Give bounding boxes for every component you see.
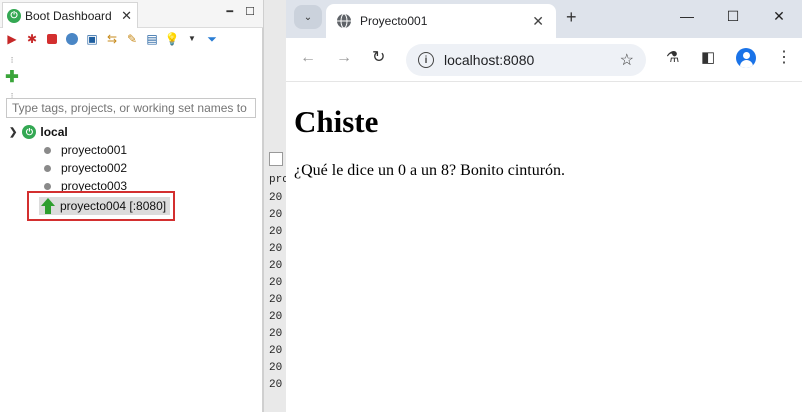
browser-tab[interactable]: Proyecto001 ✕: [326, 4, 556, 38]
tree-item-proyecto001[interactable]: proyecto001: [44, 143, 127, 157]
minimize-view-icon[interactable]: ━: [227, 5, 234, 18]
toolbar: ← → ↻ i localhost:8080 ☆ ⚗ ◧ ⋮: [286, 38, 802, 82]
tab-title: Proyecto001: [360, 14, 428, 28]
boot-dashboard-tab[interactable]: ⏻ Boot Dashboard ✕: [2, 2, 138, 28]
stop-icon[interactable]: [44, 31, 60, 47]
bulb-icon[interactable]: 💡: [164, 31, 180, 47]
restart-icon[interactable]: ▶: [4, 31, 20, 47]
log-row: 20: [269, 379, 283, 391]
page-content: Chiste ¿Qué le dice un 0 a un 8? Bonito …: [294, 104, 794, 180]
forward-arrow-icon[interactable]: →: [336, 50, 352, 66]
log-row: 20: [269, 277, 283, 289]
back-arrow-icon[interactable]: ←: [300, 50, 316, 66]
log-row: 20: [269, 345, 283, 357]
new-tab-button[interactable]: +: [566, 8, 577, 26]
link-icon[interactable]: ⇆: [104, 31, 120, 47]
stopped-dot-icon: [44, 182, 51, 190]
page-heading: Chiste: [294, 104, 379, 139]
background-editor-strip: pro 20 20 20 20 20 20 20 20 20 20 20 20: [263, 0, 289, 412]
close-window-icon[interactable]: ✕: [756, 0, 802, 32]
labs-flask-icon[interactable]: ⚗: [666, 50, 679, 65]
log-row: 20: [269, 243, 283, 255]
side-panel-icon[interactable]: ◧: [701, 50, 715, 65]
site-info-icon[interactable]: i: [418, 52, 434, 68]
add-icon[interactable]: ✚: [4, 70, 20, 86]
bookmark-star-icon[interactable]: ☆: [620, 50, 634, 70]
log-row: 20: [269, 294, 283, 306]
profile-avatar-icon[interactable]: [736, 48, 756, 68]
filter-input[interactable]: [6, 98, 256, 118]
log-row: 20: [269, 362, 283, 374]
open-browser-icon[interactable]: [64, 31, 80, 47]
reload-icon[interactable]: ↻: [372, 50, 385, 66]
dashboard-toolbar: ▶ ✱ ▣ ⇆ ✎ ▤ 💡 ▼ ⏷: [4, 30, 220, 48]
debug-restart-icon[interactable]: ✱: [24, 31, 40, 47]
url-text: localhost:8080: [444, 52, 535, 68]
view-tab-bar: ⏻ Boot Dashboard ✕ ━ ☐: [0, 0, 263, 28]
log-row: 20: [269, 328, 283, 340]
joke-text: ¿Qué le dice un 0 a un 8? Bonito cinturó…: [294, 162, 566, 179]
minimize-icon[interactable]: —: [664, 0, 710, 32]
globe-icon: [337, 13, 351, 29]
filter-icon[interactable]: ⏷: [204, 31, 220, 47]
close-icon[interactable]: ✕: [532, 13, 544, 30]
tab-strip: ⌄ Proyecto001 ✕ + — ☐ ✕: [286, 0, 802, 38]
close-icon[interactable]: ✕: [121, 8, 132, 24]
menu-kebab-icon[interactable]: ⋮: [776, 50, 792, 66]
spring-boot-icon: ⏻: [7, 8, 21, 23]
stopped-dot-icon: [44, 164, 51, 172]
tree-item-label: proyecto001: [61, 143, 128, 157]
log-row: 20: [269, 192, 283, 204]
maximize-view-icon[interactable]: ☐: [245, 5, 255, 18]
address-bar[interactable]: i localhost:8080 ☆: [406, 44, 646, 76]
highlight-box: [27, 191, 175, 221]
boot-dashboard-view: ⏻ Boot Dashboard ✕ ━ ☐ ▶ ✱ ▣ ⇆ ✎ ▤ 💡 ▼ ⏷…: [0, 0, 263, 412]
boot-dashboard-title: Boot Dashboard: [25, 8, 112, 23]
spring-boot-icon: ⏻: [22, 125, 37, 139]
chevron-down-icon: ⌄: [303, 11, 313, 23]
log-row: 20: [269, 311, 283, 323]
log-row: 20: [269, 209, 283, 221]
log-row: 20: [269, 226, 283, 238]
properties-icon[interactable]: ▤: [144, 31, 160, 47]
edit-icon[interactable]: ✎: [124, 31, 140, 47]
browser-window: ⌄ Proyecto001 ✕ + — ☐ ✕ ← → ↻ i localhos…: [286, 0, 802, 412]
maximize-icon[interactable]: ☐: [710, 0, 756, 32]
console-icon[interactable]: ▣: [84, 31, 100, 47]
window-controls: — ☐ ✕: [664, 0, 802, 32]
tree-item-proyecto002[interactable]: proyecto002: [44, 161, 127, 175]
chevron-down-icon[interactable]: ❯: [9, 127, 17, 138]
tree-item-label: proyecto002: [61, 161, 128, 175]
chevron-down-icon[interactable]: ▼: [184, 31, 200, 47]
editor-icon: [269, 152, 283, 166]
stopped-dot-icon: [44, 146, 51, 154]
log-row: 20: [269, 260, 283, 272]
more-icon[interactable]: ⁝: [4, 52, 20, 68]
tree-root-local[interactable]: ❯ ⏻ local: [9, 125, 68, 139]
tab-search-button[interactable]: ⌄: [294, 5, 322, 29]
tree-root-label: local: [40, 125, 68, 139]
